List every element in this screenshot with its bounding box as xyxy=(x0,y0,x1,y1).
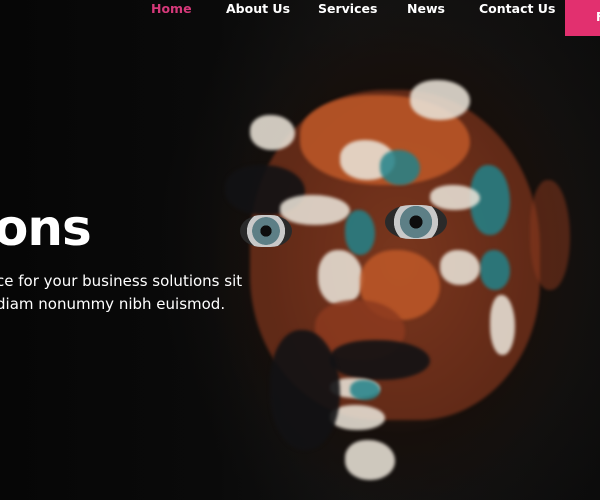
hero-heading: ons xyxy=(0,199,92,257)
nav-item-home[interactable]: Home xyxy=(151,1,192,17)
nav-item-about-us[interactable]: About Us xyxy=(226,1,290,17)
hero-body-line-2: diam nonummy nibh euismod. xyxy=(0,295,226,313)
cta-button-label: F xyxy=(596,10,600,24)
main-nav: Home About Us Services News Contact Us F xyxy=(0,0,600,36)
left-eye xyxy=(240,215,292,247)
nav-item-services[interactable]: Services xyxy=(318,1,377,17)
cta-button[interactable]: F xyxy=(565,0,600,36)
nav-item-contact-us[interactable]: Contact Us xyxy=(479,1,555,17)
nav-item-news[interactable]: News xyxy=(407,1,445,17)
right-eye xyxy=(385,205,447,239)
hero-body-line-1: ce for your business solutions sit xyxy=(0,272,243,290)
